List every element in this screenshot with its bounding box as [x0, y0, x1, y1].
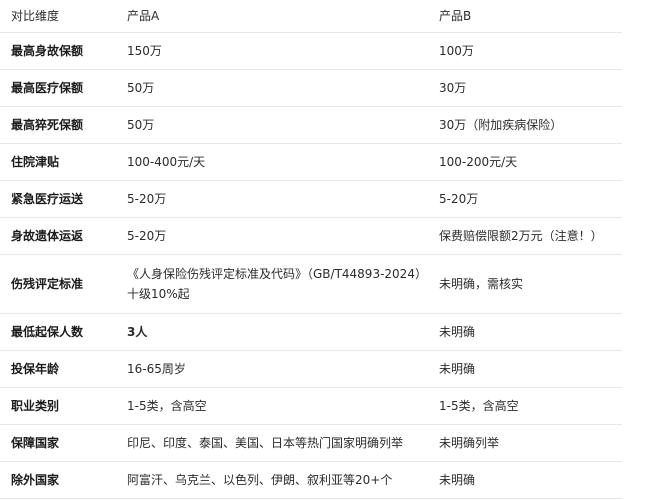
row-product-a: 3人	[116, 313, 428, 351]
row-product-b: 保费赔偿限额2万元（注意！）	[428, 217, 622, 255]
table-row: 最高身故保额 150万 100万	[0, 32, 622, 70]
row-product-a: 50万	[116, 106, 428, 144]
header-dimension: 对比维度	[0, 0, 116, 33]
row-product-b: 未明确，需核实	[428, 254, 622, 314]
row-dimension: 投保年龄	[0, 350, 116, 388]
row-dimension: 最低起保人数	[0, 313, 116, 351]
table-row: 职业类别 1-5类，含高空 1-5类，含高空	[0, 387, 622, 425]
table-row: 住院津贴 100-400元/天 100-200元/天	[0, 143, 622, 181]
row-dimension: 保障国家	[0, 424, 116, 462]
table-row: 紧急医疗运送 5-20万 5-20万	[0, 180, 622, 218]
table-row: 伤残评定标准 《人身保险伤残评定标准及代码》（GB/T44893-2024）十级…	[0, 254, 622, 314]
row-dimension: 除外国家	[0, 461, 116, 499]
row-product-a: 5-20万	[116, 217, 428, 255]
row-product-b: 100万	[428, 32, 622, 70]
table-row: 最低起保人数 3人 未明确	[0, 313, 622, 351]
row-dimension: 最高身故保额	[0, 32, 116, 70]
header-product-b: 产品B	[428, 0, 622, 33]
row-dimension: 最高猝死保额	[0, 106, 116, 144]
row-product-a: 50万	[116, 69, 428, 107]
table-row: 投保年龄 16-65周岁 未明确	[0, 350, 622, 388]
table-row: 最高猝死保额 50万 30万（附加疾病保险）	[0, 106, 622, 144]
row-product-b: 未明确	[428, 313, 622, 351]
row-product-b: 30万	[428, 69, 622, 107]
comparison-table: 对比维度 产品A 产品B 最高身故保额 150万 100万 最高医疗保额 50万…	[0, 0, 622, 499]
row-product-a: 阿富汗、乌克兰、以色列、伊朗、叙利亚等20+个	[116, 461, 428, 499]
row-product-a: 150万	[116, 32, 428, 70]
row-product-b: 未明确列举	[428, 424, 622, 462]
table-row: 除外国家 阿富汗、乌克兰、以色列、伊朗、叙利亚等20+个 未明确	[0, 461, 622, 499]
row-product-b: 100-200元/天	[428, 143, 622, 181]
header-product-a: 产品A	[116, 0, 428, 33]
row-product-a: 印尼、印度、泰国、美国、日本等热门国家明确列举	[116, 424, 428, 462]
row-product-a: 《人身保险伤残评定标准及代码》（GB/T44893-2024）十级10%起	[116, 254, 428, 314]
row-product-b: 未明确	[428, 350, 622, 388]
row-dimension: 身故遗体运返	[0, 217, 116, 255]
row-dimension: 职业类别	[0, 387, 116, 425]
table-row: 保障国家 印尼、印度、泰国、美国、日本等热门国家明确列举 未明确列举	[0, 424, 622, 462]
row-product-a: 100-400元/天	[116, 143, 428, 181]
row-product-b: 1-5类，含高空	[428, 387, 622, 425]
comparison-table-container: 对比维度 产品A 产品B 最高身故保额 150万 100万 最高医疗保额 50万…	[0, 0, 650, 500]
row-dimension: 最高医疗保额	[0, 69, 116, 107]
row-dimension: 住院津贴	[0, 143, 116, 181]
table-header-row: 对比维度 产品A 产品B	[0, 0, 622, 33]
row-dimension: 紧急医疗运送	[0, 180, 116, 218]
table-row: 最高医疗保额 50万 30万	[0, 69, 622, 107]
table-row: 身故遗体运返 5-20万 保费赔偿限额2万元（注意！）	[0, 217, 622, 255]
row-product-a: 16-65周岁	[116, 350, 428, 388]
row-product-b: 30万（附加疾病保险）	[428, 106, 622, 144]
row-product-b: 未明确	[428, 461, 622, 499]
row-dimension: 伤残评定标准	[0, 254, 116, 314]
row-product-a: 5-20万	[116, 180, 428, 218]
row-product-a: 1-5类，含高空	[116, 387, 428, 425]
row-product-b: 5-20万	[428, 180, 622, 218]
